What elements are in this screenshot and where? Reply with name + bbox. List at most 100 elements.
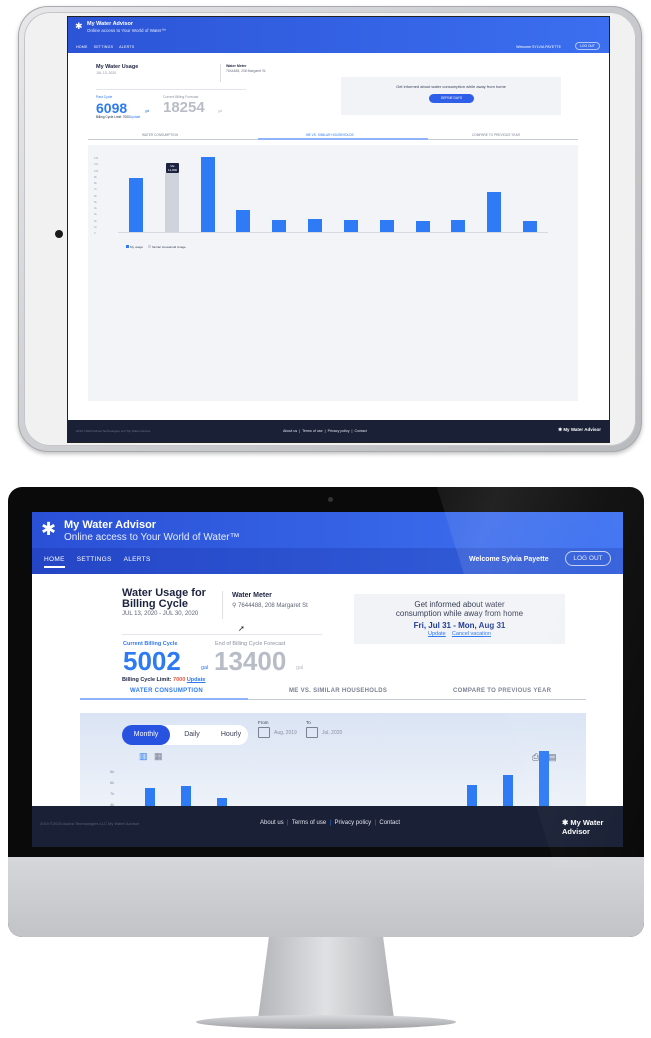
footer-privacy-link[interactable]: Privacy policy <box>328 429 350 433</box>
tab-water-consumption[interactable]: WATER CONSUMPTION <box>130 688 203 694</box>
from-calendar-icon[interactable] <box>258 727 270 738</box>
tablet-bar[interactable] <box>129 178 143 232</box>
vacation-update-link[interactable]: Update <box>428 631 446 637</box>
nav-home[interactable]: HOME <box>44 556 65 568</box>
footer-about-link[interactable]: About us <box>283 429 297 433</box>
y-tick-label: 1k <box>94 226 97 229</box>
tab-similar-households[interactable]: ME VS. SIMILAR HOUSEHOLDS <box>306 133 354 137</box>
usage-title: My Water Usage <box>96 64 139 70</box>
nav-settings[interactable]: SETTINGS <box>94 45 114 49</box>
water-drop-logo-icon: ✱ <box>75 21 83 31</box>
logout-button[interactable]: LOG OUT <box>575 42 600 50</box>
vacation-text-line2: consumption while away from home <box>395 609 524 618</box>
billing-limit: Billing Cycle Limit: 7000 <box>96 115 130 119</box>
meter-label: Water Meter <box>226 64 247 68</box>
y-tick-label: 0 <box>94 232 96 235</box>
tablet-bar[interactable] <box>236 210 250 232</box>
y-tick-label: 12k <box>94 157 99 160</box>
tablet-header: ✱ My Water Advisor Online access to Your… <box>68 17 609 53</box>
monitor-bar[interactable] <box>217 798 227 806</box>
monitor-bar[interactable] <box>467 785 477 806</box>
forecast-unit: gal <box>218 109 223 113</box>
y-tick-label: 10k <box>94 170 99 173</box>
footer-about-link[interactable]: About us <box>260 820 284 826</box>
past-cycle-unit: gal <box>145 109 150 113</box>
y-tick-label: 7k <box>110 791 115 796</box>
to-date[interactable]: Jul, 2020 <box>322 730 342 736</box>
tablet-bar[interactable] <box>308 219 322 232</box>
past-cycle-value: 6098 <box>96 100 128 116</box>
nav-alerts[interactable]: ALERTS <box>124 556 151 563</box>
chart-panel: Monthly Daily Hourly From Aug, 2019 To J… <box>80 713 586 809</box>
y-tick-label: 7k <box>94 188 97 191</box>
desktop-monitor: ✱ My Water Advisor Online access to Your… <box>8 487 644 937</box>
forecast-value: 13400 <box>214 646 287 676</box>
billing-limit-value: 7000 <box>173 677 186 683</box>
tablet-bar[interactable] <box>451 220 465 232</box>
tablet-bar[interactable] <box>272 220 286 232</box>
to-label: To <box>306 720 311 725</box>
legend-avg-swatch <box>147 245 151 248</box>
nav-settings[interactable]: SETTINGS <box>77 556 112 563</box>
tablet-bar[interactable] <box>380 220 394 232</box>
monitor-bar[interactable] <box>145 788 155 806</box>
monitor-bar[interactable] <box>503 775 513 806</box>
divider <box>96 89 246 90</box>
monitor-bar[interactable] <box>181 786 191 806</box>
meter-address: ⚲ 7644488, 208 Margaret St <box>232 602 308 609</box>
tablet-bar-chart <box>118 155 548 232</box>
chart-legend: My usage Similar Household Usage <box>126 245 186 249</box>
active-tab-indicator <box>80 698 248 700</box>
from-date[interactable]: Aug, 2019 <box>274 730 297 736</box>
cancel-vacation-link[interactable]: Cancel vacation <box>452 631 491 637</box>
y-axis: 12k 11k 10k 9k 8k 7k 6k 5k 4k 3k 2k 1k 0 <box>94 157 104 235</box>
tablet-chart-area: 12k 11k 10k 9k 8k 7k 6k 5k 4k 3k 2k 1k 0 Me 12,800 M… <box>88 145 578 401</box>
vacation-card: Get informed about water consumption whi… <box>354 594 565 644</box>
y-tick-label: 6k <box>110 780 115 785</box>
tablet-bar[interactable] <box>416 221 430 232</box>
y-tick-label: 8k <box>110 769 115 774</box>
monitor-body: Water Usage for Billing Cycle JUL 13, 20… <box>32 574 623 809</box>
nav-alerts[interactable]: ALERTS <box>119 45 134 49</box>
tab-previous-year[interactable]: COMPARE TO PREVIOUS YEAR <box>453 688 551 694</box>
tablet-bar[interactable] <box>201 157 215 232</box>
billing-limit-update-link[interactable]: Update <box>130 115 140 119</box>
tablet-bar[interactable] <box>344 220 358 232</box>
monitor-base <box>196 1015 456 1029</box>
footer-privacy-link[interactable]: Privacy policy <box>334 820 371 826</box>
footer-links: About us | Terms of use | Privacy policy… <box>260 820 401 826</box>
y-axis: 8k 6k 7k 4k <box>110 769 124 809</box>
y-tick-label: 2k <box>94 220 97 223</box>
nav-home[interactable]: HOME <box>76 45 88 49</box>
billing-limit: Billing Cycle Limit: 7000 Update <box>122 677 205 683</box>
vacation-text-line1: Get informed about water <box>414 600 505 609</box>
billing-limit-label: Billing Cycle Limit: <box>122 677 172 683</box>
footer-contact-link[interactable]: Contact <box>354 429 366 433</box>
tablet-footer: 2019 ©2020 Aclara Technologies LLC My Wa… <box>68 420 609 442</box>
logout-button[interactable]: LOG OUT <box>565 551 611 566</box>
tab-similar-households[interactable]: ME VS. SIMILAR HOUSEHOLDS <box>289 688 387 694</box>
main-nav: HOME SETTINGS ALERTS <box>44 556 163 568</box>
monitor-bar[interactable] <box>539 751 549 806</box>
legend-avg-label: Similar Household Usage <box>151 245 186 249</box>
footer-contact-link[interactable]: Contact <box>379 820 400 826</box>
tablet-home-button <box>55 230 63 238</box>
current-cycle-value: 5002 <box>123 646 181 676</box>
meter-address-text: 7644488, 208 Margaret St <box>238 603 308 609</box>
tab-previous-year[interactable]: COMPARE TO PREVIOUS YEAR <box>472 133 520 137</box>
tab-water-consumption[interactable]: WATER CONSUMPTION <box>142 133 178 137</box>
tablet-bar[interactable] <box>487 192 501 232</box>
vacation-card: Get informed about water consumption whi… <box>341 77 561 115</box>
tablet-bar[interactable] <box>165 173 179 232</box>
footer-terms-link[interactable]: Terms of use <box>302 429 323 433</box>
tablet-bar[interactable] <box>523 221 537 232</box>
monitor-camera <box>328 497 333 502</box>
footer-terms-link[interactable]: Terms of use <box>292 820 326 826</box>
monitor-stand <box>258 937 394 1019</box>
monitor-header: ✱ My Water Advisor Online access to Your… <box>32 512 623 574</box>
define-days-button[interactable]: DEFINE DAYS <box>429 94 474 103</box>
y-tick-label: 9k <box>94 176 97 179</box>
billing-limit-update-link[interactable]: Update <box>187 677 206 683</box>
to-calendar-icon[interactable] <box>306 727 318 738</box>
y-tick-label: 5k <box>94 201 97 204</box>
